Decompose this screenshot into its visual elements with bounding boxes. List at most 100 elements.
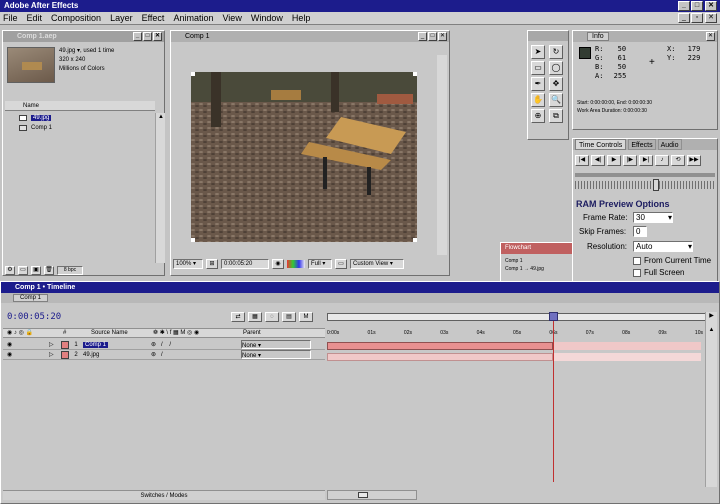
doc-close-button[interactable]: ✕ [705, 13, 717, 23]
layer-row[interactable]: ◉ ▷ 1 Comp 1 ⊛ / / None ▾ [3, 340, 325, 350]
source-name-column-label[interactable]: Source Name [83, 329, 153, 337]
current-time-indicator[interactable] [553, 312, 554, 482]
shy-icon[interactable]: ◌ [265, 312, 279, 322]
last-frame-icon[interactable]: ▶| [639, 155, 653, 166]
hand-tool-icon[interactable]: ✋ [531, 93, 545, 107]
tab-audio[interactable]: Audio [657, 139, 682, 150]
layer-duration-bar[interactable] [327, 353, 553, 361]
timeline-zoom-slider[interactable] [327, 490, 417, 500]
orbit-tool-icon[interactable]: ⊕ [531, 109, 545, 123]
shuttle-track[interactable] [575, 181, 715, 189]
layer-row[interactable]: ◉ ▷ 2 49.jpg ⊛ / None ▾ [3, 350, 325, 360]
project-scrollbar[interactable]: ▲ [155, 113, 165, 263]
shuttle-handle[interactable] [653, 179, 659, 191]
flowchart-item[interactable]: Comp 1 → 49.jpg [505, 265, 544, 273]
project-min-button[interactable]: _ [133, 32, 142, 41]
prev-frame-icon[interactable]: ◀| [591, 155, 605, 166]
comp-max-button[interactable]: □ [428, 32, 437, 41]
new-comp-icon[interactable]: ▣ [31, 265, 41, 275]
play-icon[interactable]: ▶ [607, 155, 621, 166]
zoom-slider-thumb[interactable] [358, 492, 368, 498]
expand-icon[interactable]: ▷ [49, 340, 61, 349]
trash-icon[interactable]: 🗑 [44, 265, 54, 275]
roi-icon[interactable]: ▭ [335, 259, 347, 269]
switches-modes-toggle[interactable]: Switches / Modes [3, 490, 325, 500]
rotate-tool-icon[interactable]: ↻ [549, 45, 563, 59]
project-item[interactable]: Comp 1 [5, 123, 155, 133]
layer-switches[interactable]: ⊛ / [151, 350, 241, 359]
expand-icon[interactable]: ▷ [49, 350, 61, 359]
maximize-button[interactable]: □ [691, 1, 703, 11]
rectangle-mask-icon[interactable]: ▭ [531, 61, 545, 75]
layer-duration-bar[interactable] [327, 342, 553, 350]
frame-rate-dropdown[interactable]: 30 ▾ [633, 212, 673, 223]
project-max-button[interactable]: □ [143, 32, 152, 41]
ellipse-mask-icon[interactable]: ◯ [549, 61, 563, 75]
project-column-header[interactable]: Name [5, 101, 155, 111]
next-frame-icon[interactable]: |▶ [623, 155, 637, 166]
parent-dropdown[interactable]: None ▾ [241, 340, 311, 349]
tab-effects[interactable]: Effects [628, 139, 656, 150]
safe-zones-icon[interactable]: ⊞ [206, 259, 218, 269]
resolution-dropdown[interactable]: Full ▾ [308, 259, 332, 269]
jog-track[interactable] [575, 173, 715, 177]
zoom-tool-icon[interactable]: 🔍 [549, 93, 563, 107]
skip-frames-input[interactable]: 0 [633, 226, 647, 237]
from-current-checkbox[interactable] [633, 256, 641, 265]
comp-scrollbar-v[interactable] [437, 55, 447, 255]
zoom-dropdown[interactable]: 100% ▾ [173, 259, 203, 269]
minimize-button[interactable]: _ [678, 1, 690, 11]
menu-help[interactable]: Help [292, 13, 311, 23]
full-screen-checkbox[interactable] [633, 268, 641, 277]
timeline-tab[interactable]: Comp 1 [13, 294, 49, 302]
channel-icon[interactable] [287, 260, 305, 268]
label-color-swatch[interactable] [61, 341, 69, 349]
menu-file[interactable]: File [3, 13, 18, 23]
layer-switches[interactable]: ⊛ / / [151, 340, 241, 349]
layer-name[interactable]: Comp 1 [83, 342, 109, 348]
doc-minimize-button[interactable]: _ [678, 13, 690, 23]
motion-blur-icon[interactable]: M [299, 312, 313, 322]
comp-timecode[interactable]: 0:00:05:20 [221, 259, 269, 269]
comp-close-button[interactable]: ✕ [438, 32, 447, 41]
project-item[interactable]: 49.jpg [5, 113, 155, 123]
layer-duration-tail[interactable] [553, 353, 701, 361]
view-dropdown[interactable]: Custom View ▾ [350, 259, 404, 269]
grid-icon[interactable]: ▦ [248, 312, 262, 322]
handle-tr[interactable] [413, 72, 417, 76]
comp-tab[interactable]: Comp 1 [185, 33, 210, 40]
audio-icon[interactable]: ♪ [655, 155, 669, 166]
layer-visibility-icon[interactable]: ◉ [3, 350, 49, 359]
menu-window[interactable]: Window [251, 13, 283, 23]
project-close-button[interactable]: ✕ [153, 32, 162, 41]
label-color-swatch[interactable] [61, 351, 69, 359]
menu-composition[interactable]: Composition [51, 13, 101, 23]
loop-icon[interactable]: ⟲ [671, 155, 685, 166]
handle-bl[interactable] [191, 238, 195, 242]
timeline-timecode[interactable]: 0:00:05:20 [7, 312, 61, 322]
menu-edit[interactable]: Edit [27, 13, 43, 23]
frame-blend-icon[interactable]: ▤ [282, 312, 296, 322]
time-indicator-head[interactable] [549, 312, 558, 321]
pen-tool-icon[interactable]: ✒ [531, 77, 545, 91]
ram-resolution-dropdown[interactable]: Auto ▾ [633, 241, 693, 252]
info-close-button[interactable]: ✕ [706, 32, 715, 41]
flowchart-tab[interactable]: Flowchart [505, 245, 531, 251]
handle-tl[interactable] [191, 72, 195, 76]
from-current-option[interactable]: From Current Time [633, 256, 711, 265]
full-screen-option[interactable]: Full Screen [633, 268, 684, 277]
ram-preview-icon[interactable]: ▶▶ [687, 155, 701, 166]
flowchart-item[interactable]: Comp 1 [505, 257, 544, 265]
selection-tool-icon[interactable]: ➤ [531, 45, 545, 59]
layer-visibility-icon[interactable]: ◉ [3, 340, 49, 349]
close-button[interactable]: ✕ [705, 1, 717, 11]
parent-dropdown[interactable]: None ▾ [241, 350, 311, 359]
time-ruler[interactable]: 0:00s 01s 02s 03s 04s 05s 06s 07s 08s 09… [327, 328, 703, 338]
anchor-tool-icon[interactable]: ✥ [549, 77, 563, 91]
interpret-footage-icon[interactable]: ⚙ [5, 265, 15, 275]
camera-tool-icon[interactable]: ⧉ [549, 109, 563, 123]
scroll-up-icon[interactable]: ▲ [706, 327, 717, 333]
work-area-bar[interactable] [327, 313, 707, 321]
info-tab[interactable]: Info [587, 32, 609, 41]
menu-layer[interactable]: Layer [110, 13, 133, 23]
